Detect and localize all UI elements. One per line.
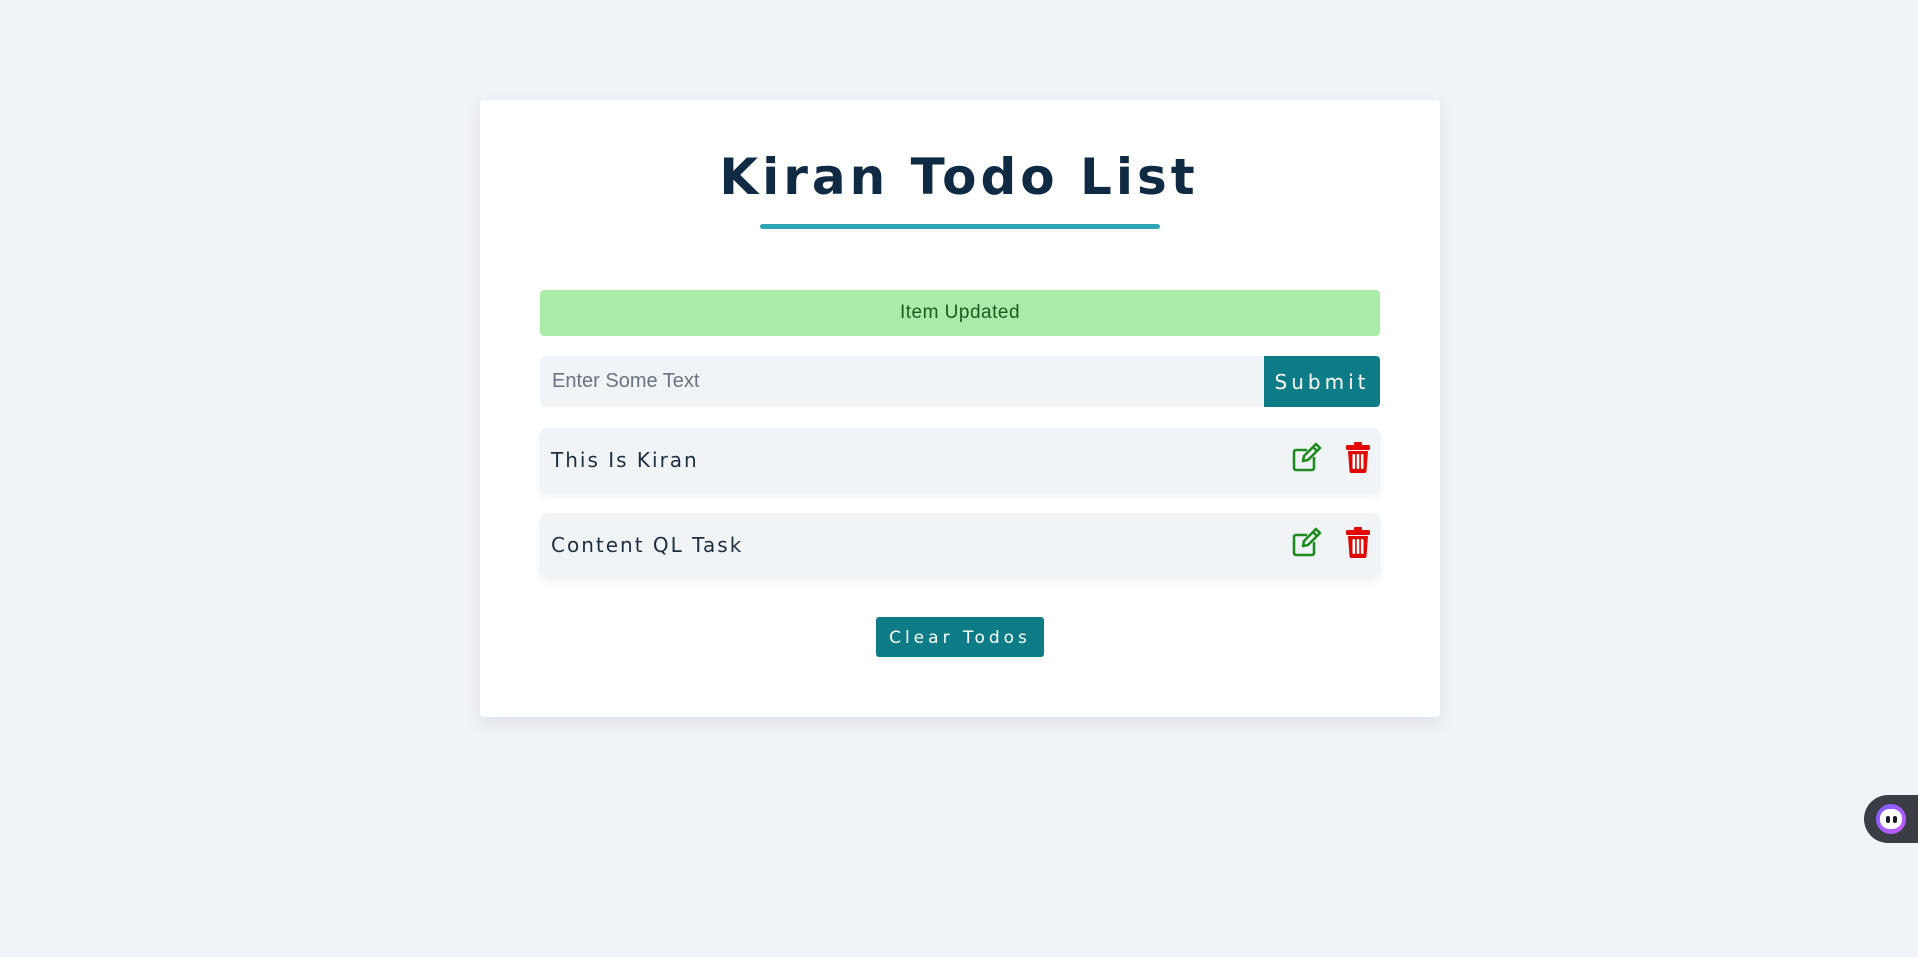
submit-button[interactable]: Submit bbox=[1264, 356, 1380, 407]
trash-icon[interactable] bbox=[1341, 440, 1375, 474]
edit-icon[interactable] bbox=[1290, 525, 1324, 559]
todo-input[interactable] bbox=[540, 356, 1264, 407]
title-underline bbox=[760, 224, 1160, 229]
status-alert: Item Updated bbox=[540, 290, 1380, 336]
clear-todos-button[interactable]: Clear Todos bbox=[876, 617, 1044, 657]
todo-item: Content QL Task bbox=[540, 513, 1380, 577]
add-todo-form: Submit bbox=[540, 356, 1380, 407]
assistant-avatar-icon bbox=[1876, 804, 1906, 834]
todo-item: This Is Kiran bbox=[540, 428, 1380, 492]
page-title: Kiran Todo List bbox=[719, 148, 1199, 206]
assistant-widget-button[interactable] bbox=[1864, 795, 1918, 843]
edit-icon[interactable] bbox=[1290, 440, 1324, 474]
todo-text: Content QL Task bbox=[551, 533, 744, 557]
todo-text: This Is Kiran bbox=[551, 448, 699, 472]
trash-icon[interactable] bbox=[1341, 525, 1375, 559]
